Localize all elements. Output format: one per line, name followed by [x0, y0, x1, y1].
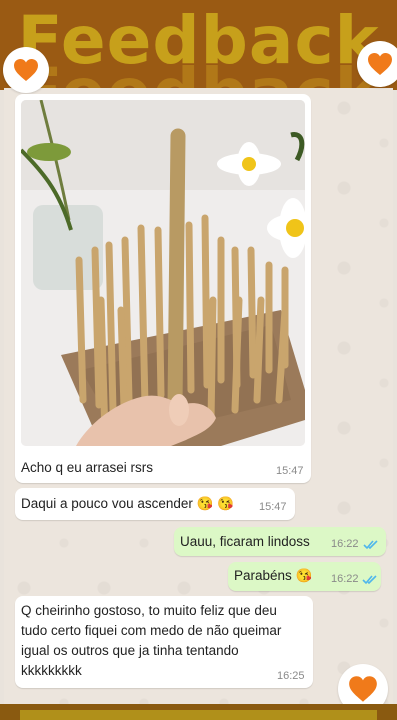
banner-title-echo: Feedback — [0, 60, 397, 91]
message-time: 16:22 — [331, 573, 359, 585]
heart-badge-top-right — [357, 41, 397, 87]
message-image-bubble[interactable]: Acho q eu arrasei rsrs 15:47 — [15, 94, 311, 483]
message-time: 15:47 — [259, 501, 287, 513]
incense-sticks-image — [21, 100, 305, 446]
message-time: 15:47 — [276, 465, 304, 477]
feedback-banner: Feedback Feedback — [0, 0, 397, 90]
incense-photo[interactable] — [21, 100, 305, 446]
heart-icon — [349, 676, 377, 702]
heart-icon — [14, 59, 38, 81]
message-text: Q cheirinho gostoso, to muito feliz que … — [21, 603, 282, 678]
message-time: 16:22 — [331, 538, 359, 550]
double-check-icon — [362, 575, 377, 585]
message-bubble-incoming[interactable]: Daqui a pouco vou ascender 😘 😘 15:47 — [15, 488, 295, 520]
message-text: Parabéns 😘 — [234, 568, 313, 583]
bottom-banner — [0, 704, 397, 720]
double-check-icon — [363, 540, 378, 550]
message-bubble-incoming[interactable]: Q cheirinho gostoso, to muito feliz que … — [15, 596, 313, 688]
heart-badge-top-left — [3, 47, 49, 93]
bottom-stripe — [20, 710, 377, 720]
message-text: Uauu, ficaram lindoss — [180, 534, 310, 549]
message-bubble-outgoing[interactable]: Uauu, ficaram lindoss 16:22 — [174, 527, 386, 556]
message-bubble-outgoing[interactable]: Parabéns 😘 16:22 — [228, 562, 381, 591]
message-text: Daqui a pouco vou ascender 😘 😘 — [21, 496, 234, 511]
message-text: Acho q eu arrasei rsrs — [21, 460, 154, 475]
heart-icon — [368, 53, 392, 75]
message-time: 16:25 — [277, 670, 305, 682]
